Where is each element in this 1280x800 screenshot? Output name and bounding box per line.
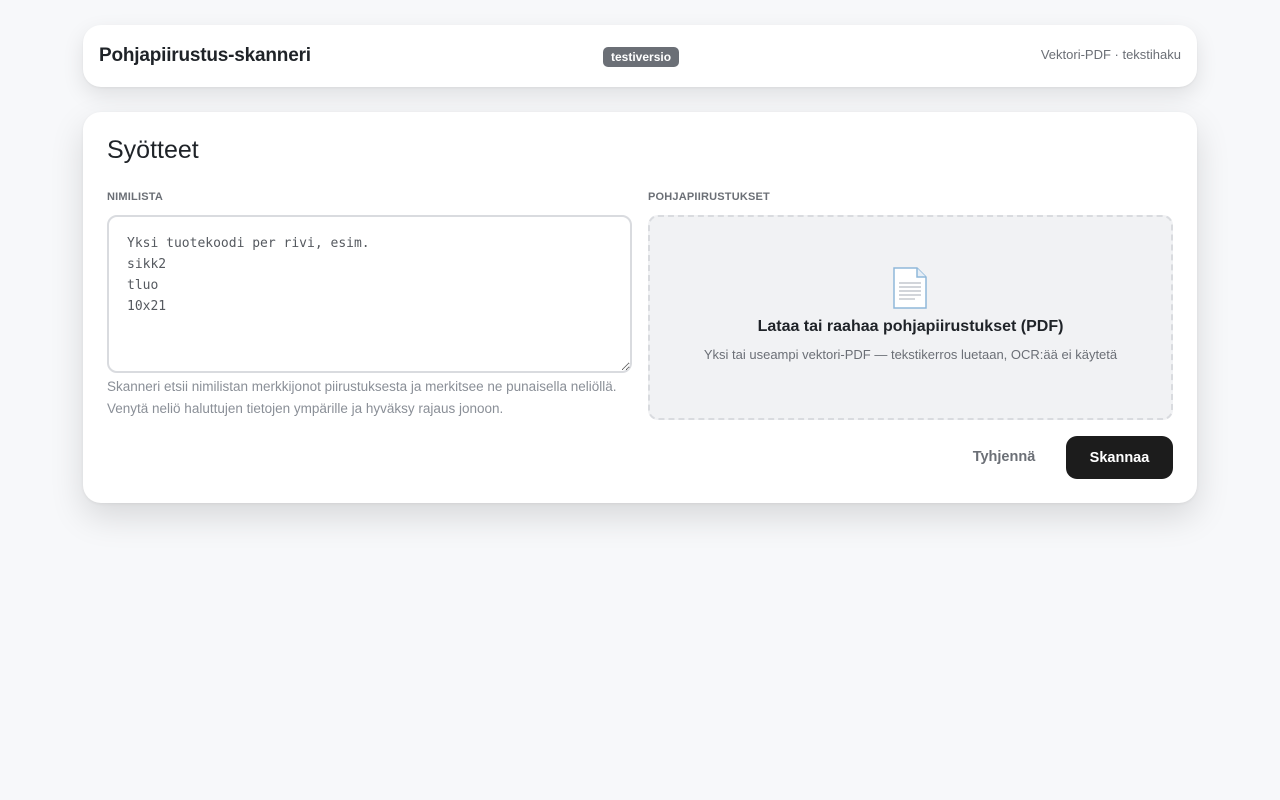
app-title: Pohjapiirustus-skanneri [99,45,311,66]
dropzone-subtitle: Yksi tai useampi vektori-PDF — tekstiker… [703,347,1118,362]
scan-button[interactable]: Skannaa [1066,436,1173,479]
app-header: Pohjapiirustus-skanneri testiversio Vekt… [83,25,1197,87]
drawings-label: POHJAPIIRUSTUKSET [648,191,770,203]
names-label: NIMILISTA [107,191,163,203]
names-textarea[interactable] [107,215,632,373]
inputs-card: Syötteet NIMILISTA Skanneri etsii nimili… [83,112,1197,503]
document-icon [893,267,927,309]
pdf-dropzone[interactable]: Lataa tai raahaa pohjapiirustukset (PDF)… [648,215,1173,420]
card-title: Syötteet [107,136,199,164]
names-hint: Skanneri etsii nimilistan merkkijonot pi… [107,379,617,416]
clear-button[interactable]: Tyhjennä [958,436,1050,478]
header-meta-text: Vektori-PDF · tekstihaku [1040,47,1181,62]
version-badge: testiversio [603,47,680,67]
dropzone-title: Lataa tai raahaa pohjapiirustukset (PDF) [757,318,1064,335]
